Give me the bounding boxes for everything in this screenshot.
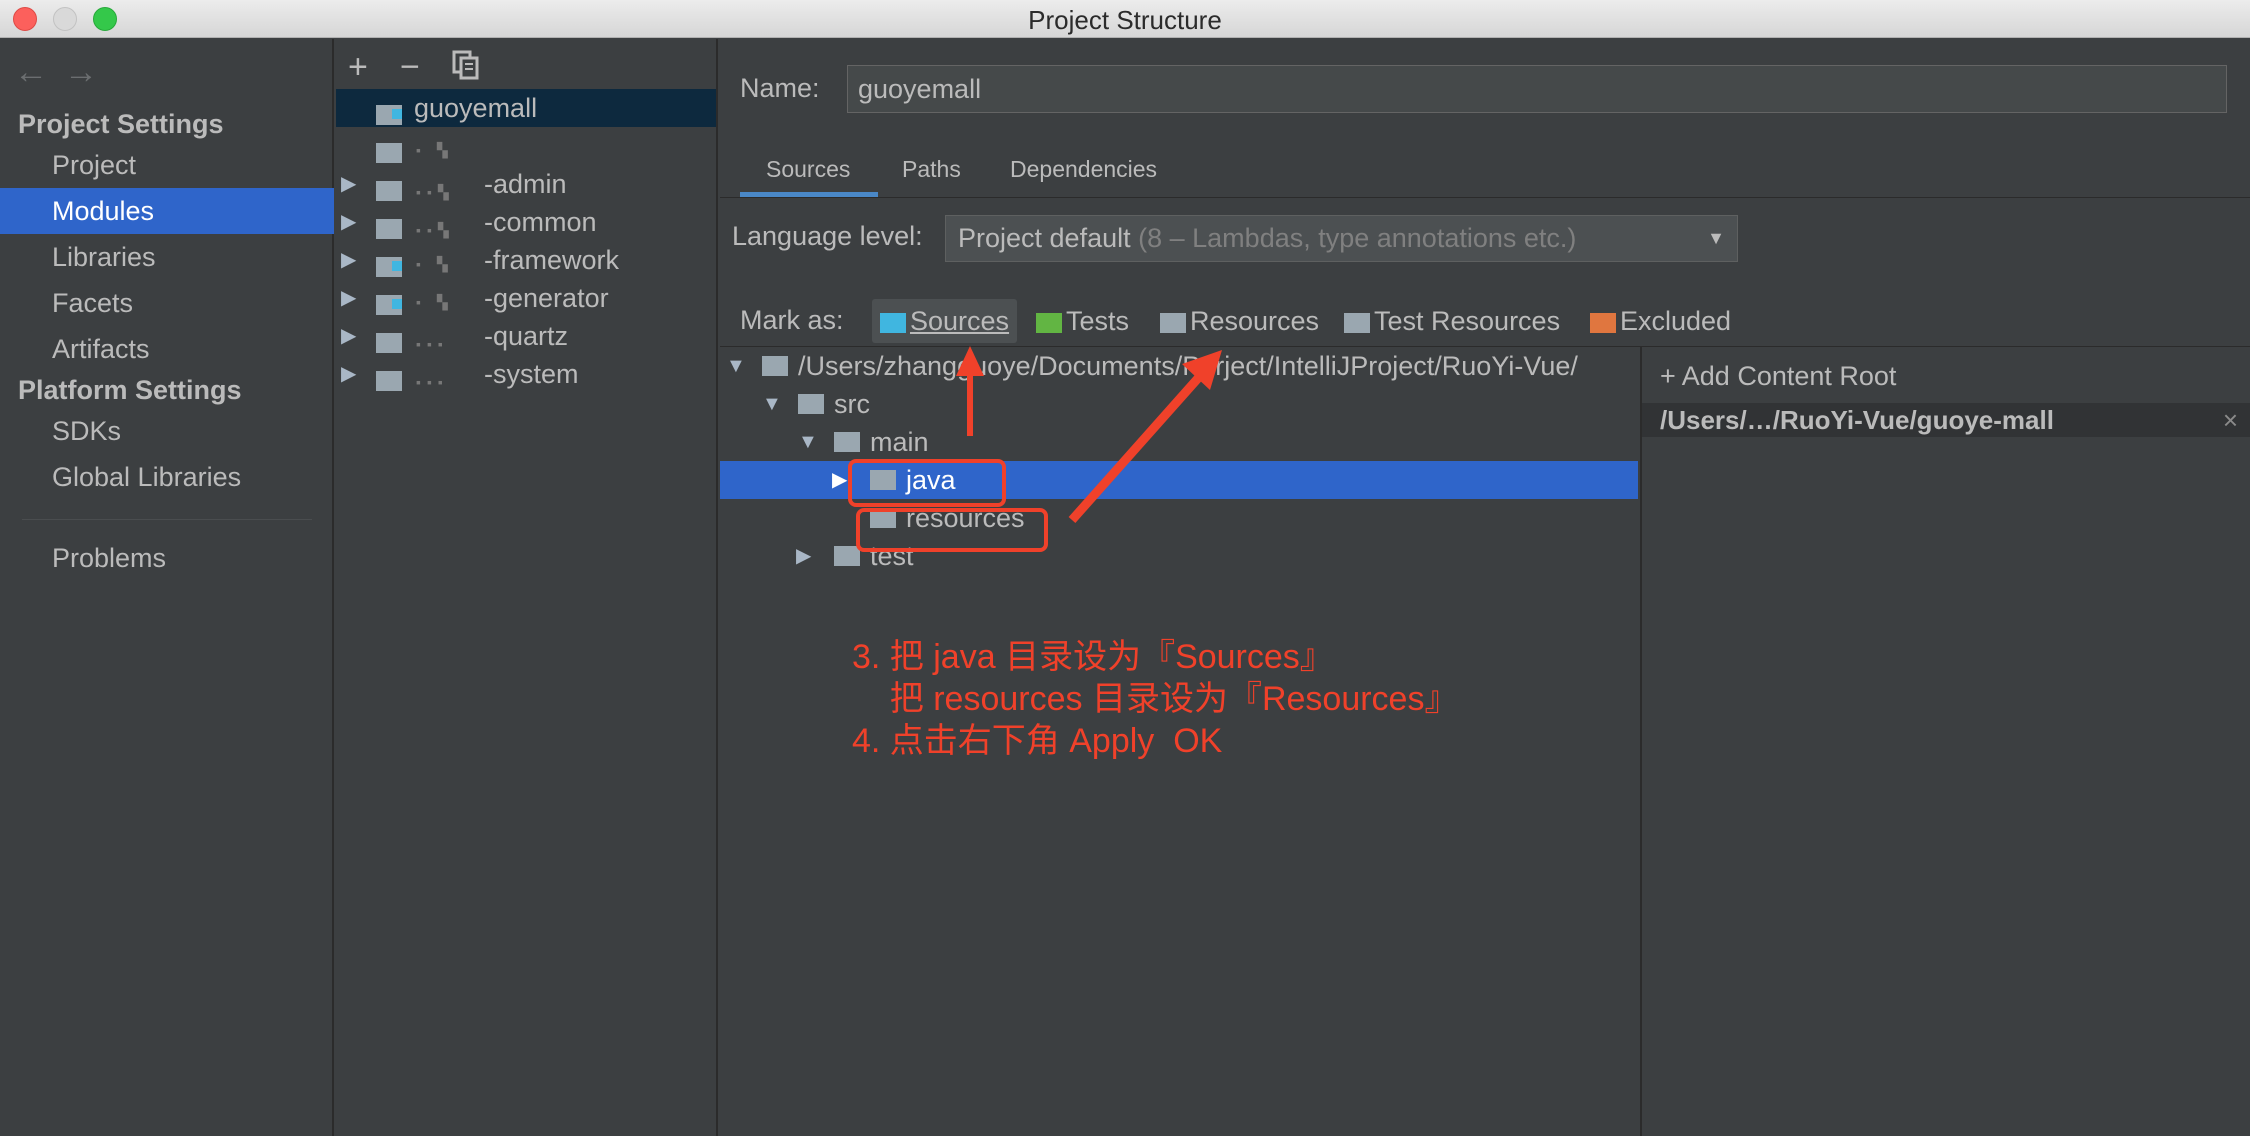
module-item-quartz[interactable]: ▶ ▪▪▪ -quartz: [336, 317, 716, 355]
mark-test-resources-button[interactable]: Test Resources: [1344, 299, 1560, 343]
module-item-framework[interactable]: ▶ ▪ ▚ -framework: [336, 241, 716, 279]
resources-folder-icon: [1160, 313, 1186, 333]
tree-item-main[interactable]: ▼ main: [720, 423, 1638, 461]
mark-as-label: Mark as:: [740, 305, 844, 335]
expand-arrow-icon[interactable]: ▶: [341, 279, 356, 317]
expand-arrow-icon[interactable]: ▶: [341, 165, 356, 203]
module-item-system[interactable]: ▶ ▪▪▪ -system: [336, 355, 716, 393]
sidebar-item-sdks[interactable]: SDKs: [0, 408, 334, 454]
language-level-label: Language level:: [732, 221, 923, 251]
sidebar-item-project[interactable]: Project: [0, 142, 334, 188]
expand-arrow-icon[interactable]: ▶: [341, 241, 356, 279]
tab-dependencies[interactable]: Dependencies: [1010, 156, 1157, 183]
project-settings-heading: Project Settings: [18, 109, 224, 139]
tab-sources[interactable]: Sources: [766, 156, 850, 183]
expand-arrow-icon[interactable]: ▶: [341, 355, 356, 393]
mark-resources-button[interactable]: Resources: [1160, 299, 1319, 343]
content-root-path[interactable]: /Users/…/RuoYi-Vue/guoye-mall ×: [1642, 403, 2250, 437]
sidebar-item-libraries[interactable]: Libraries: [0, 234, 334, 280]
sources-folder-icon: [880, 313, 906, 333]
redacted-text: ▪▪▪: [416, 374, 449, 390]
module-item-admin[interactable]: ▶ ▪▪▚ -admin: [336, 165, 716, 203]
expand-arrow-icon[interactable]: ▶: [341, 203, 356, 241]
expand-arrow-icon[interactable]: ▶: [341, 317, 356, 355]
language-level-value: Project default: [958, 223, 1131, 253]
sidebar-item-facets[interactable]: Facets: [0, 280, 334, 326]
expand-arrow-icon[interactable]: ▶: [796, 537, 811, 575]
title-bar: Project Structure: [0, 0, 2250, 38]
module-folder-icon: [376, 363, 402, 401]
folder-icon: [834, 432, 860, 452]
chevron-down-icon: ▼: [1707, 228, 1725, 248]
folder-icon: [762, 356, 788, 376]
java-highlight-box: [848, 459, 1006, 507]
module-item[interactable]: ▪ ▚: [336, 127, 716, 165]
annotation-note: 3. 把 java 目录设为『Sources』 把 resources 目录设为…: [852, 638, 1459, 760]
mark-sources-button[interactable]: Sources: [872, 299, 1018, 343]
folder-icon: [834, 546, 860, 566]
sidebar-item-global-libraries[interactable]: Global Libraries: [0, 454, 334, 500]
sidebar-item-problems[interactable]: Problems: [0, 535, 334, 581]
arrow-right-icon[interactable]: →: [64, 53, 98, 92]
module-list-panel: + − guoyemall ▪ ▚ ▶ ▪▪▚ -admin ▶ ▪▪▚ -co…: [336, 39, 718, 1136]
tab-divider: [720, 197, 2250, 198]
folder-icon: [798, 394, 824, 414]
platform-settings-heading: Platform Settings: [18, 375, 242, 405]
language-level-hint: (8 – Lambdas, type annotations etc.): [1138, 223, 1577, 253]
module-item-common[interactable]: ▶ ▪▪▚ -common: [336, 203, 716, 241]
tree-item-root[interactable]: ▼ /Users/zhangguoye/Documents/Porject/In…: [720, 347, 1638, 385]
add-content-root-button[interactable]: + Add Content Root: [1660, 361, 1896, 392]
sidebar-item-artifacts[interactable]: Artifacts: [0, 326, 334, 372]
tests-folder-icon: [1036, 313, 1062, 333]
module-name-input[interactable]: [847, 65, 2227, 113]
expand-arrow-icon[interactable]: ▶: [832, 461, 847, 499]
close-icon[interactable]: ×: [2223, 403, 2238, 437]
tree-item-src[interactable]: ▼ src: [720, 385, 1638, 423]
redacted-text: ▪ ▚: [416, 256, 454, 272]
window-title: Project Structure: [1028, 5, 1222, 35]
collapse-arrow-icon[interactable]: ▼: [798, 423, 818, 461]
excluded-folder-icon: [1590, 313, 1616, 333]
remove-module-button[interactable]: −: [400, 47, 420, 87]
module-item-generator[interactable]: ▶ ▪ ▚ -generator: [336, 279, 716, 317]
test-resources-folder-icon: [1344, 313, 1370, 333]
content-root-panel: + Add Content Root /Users/…/RuoYi-Vue/gu…: [1640, 347, 2250, 1136]
collapse-arrow-icon[interactable]: ▼: [726, 347, 746, 385]
module-item-guoyemall[interactable]: guoyemall: [336, 89, 716, 127]
name-label: Name:: [740, 73, 820, 103]
add-module-button[interactable]: +: [348, 47, 368, 87]
tab-paths[interactable]: Paths: [902, 156, 961, 183]
sidebar-divider: [22, 519, 312, 520]
mark-excluded-button[interactable]: Excluded: [1590, 299, 1731, 343]
redacted-text: ▪ ▚: [416, 142, 454, 158]
copy-icon[interactable]: [452, 49, 480, 89]
settings-sidebar: ← → Project Settings Project Modules Lib…: [0, 39, 334, 1136]
collapse-arrow-icon[interactable]: ▼: [762, 385, 782, 423]
mark-tests-button[interactable]: Tests: [1036, 299, 1129, 343]
arrow-left-icon[interactable]: ←: [14, 53, 48, 92]
module-settings-panel: Name: Sources Paths Dependencies Languag…: [720, 39, 2250, 1136]
plus-icon: +: [1660, 361, 1682, 391]
redacted-text: ▪ ▚: [416, 294, 454, 310]
resources-highlight-box: [856, 508, 1048, 552]
language-level-select[interactable]: Project default (8 – Lambdas, type annot…: [945, 215, 1738, 262]
sidebar-item-modules[interactable]: Modules: [0, 188, 334, 234]
